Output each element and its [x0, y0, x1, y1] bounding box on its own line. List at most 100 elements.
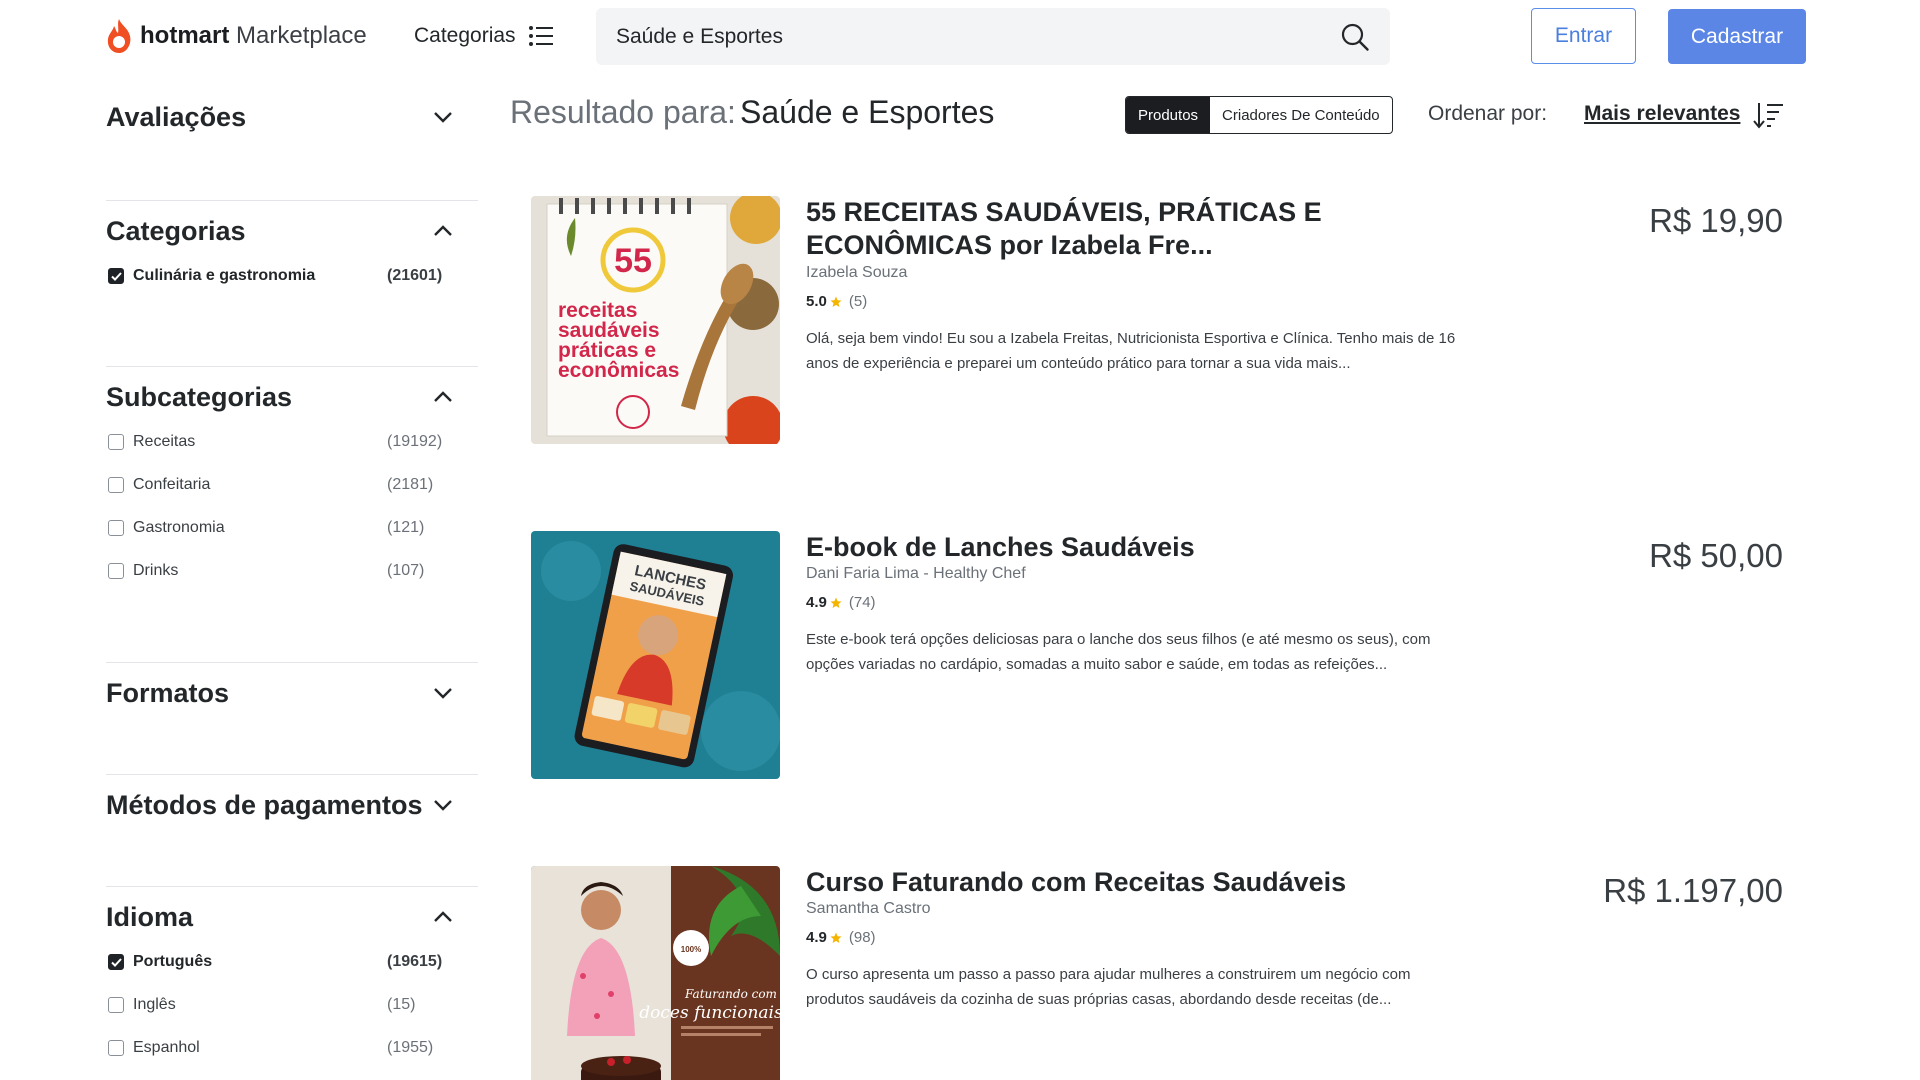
checkbox-checked[interactable]: [108, 268, 124, 284]
filter-subcategories-header[interactable]: Subcategorias: [106, 372, 478, 422]
sort-icon[interactable]: [1752, 100, 1784, 130]
filter-categories-title: Categorias: [106, 215, 246, 246]
list-icon: [528, 26, 553, 46]
product-price: R$ 19,90: [1649, 202, 1783, 239]
rating-value: 5.0: [806, 293, 827, 310]
login-button[interactable]: Entrar: [1531, 8, 1636, 64]
product-description: O curso apresenta um passo a passo para …: [806, 966, 1411, 1008]
filter-payments-header[interactable]: Métodos de pagamentos: [106, 780, 478, 830]
filter-option-gastronomia[interactable]: Gastronomia (121): [108, 514, 478, 542]
filter-option-receitas[interactable]: Receitas (19192): [108, 428, 478, 456]
chevron-up-icon: [434, 911, 452, 922]
filter-option-count: (1955): [387, 1039, 434, 1056]
cover-line1: Faturando com: [684, 987, 777, 1001]
checkbox[interactable]: [108, 1040, 124, 1056]
filter-categories-header[interactable]: Categorias: [106, 206, 478, 256]
chevron-down-icon: [434, 688, 452, 699]
filter-option-count: (121): [387, 519, 425, 536]
checkbox-checked[interactable]: [108, 954, 124, 970]
filter-option-count: (2181): [387, 476, 434, 493]
checkbox[interactable]: [108, 563, 124, 579]
product-description: Olá, seja bem vindo! Eu sou a Izabela Fr…: [806, 330, 1456, 372]
checkbox[interactable]: [108, 997, 124, 1013]
categories-menu-label: Categorias: [414, 24, 516, 47]
filter-option-drinks[interactable]: Drinks (107): [108, 557, 478, 585]
divider: [106, 366, 478, 367]
cover-badge: 100%: [681, 945, 701, 954]
filter-option-count: (107): [387, 562, 425, 579]
product-card[interactable]: 55 receitas saudáveis práticas e econômi…: [531, 196, 1791, 444]
rating-count: (5): [848, 293, 868, 310]
product-title[interactable]: 55 RECEITAS SAUDÁVEIS, PRÁTICAS E ECONÔM…: [806, 196, 1366, 262]
divider: [106, 886, 478, 887]
filter-option-culinaria[interactable]: Culinária e gastronomia (21601): [108, 262, 478, 290]
product-cover-art: 55 receitas saudáveis práticas e econômi…: [531, 196, 780, 444]
filter-option-confeitaria[interactable]: Confeitaria (2181): [108, 471, 478, 499]
logo-product: Marketplace: [236, 22, 367, 49]
cover-number: 55: [614, 242, 652, 280]
product-cover-art: LANCHES SAUDÁVEIS: [531, 531, 780, 779]
star-icon: [830, 296, 842, 307]
check-icon: [110, 271, 122, 281]
divider: [106, 200, 478, 201]
product-description: Este e-book terá opções deliciosas para …: [806, 631, 1431, 673]
filter-option-count: (15): [387, 996, 416, 1013]
filter-option-count: (21601): [387, 267, 443, 284]
product-rating: 5.0 (5): [806, 293, 867, 310]
filter-reviews-title: Avaliações: [106, 101, 247, 132]
filter-option-espanhol[interactable]: Espanhol (1955): [108, 1034, 478, 1062]
product-price: R$ 50,00: [1649, 537, 1783, 574]
product-cover-image[interactable]: LANCHES SAUDÁVEIS: [531, 531, 780, 779]
flame-logo-icon: [107, 19, 131, 53]
tab-products[interactable]: Produtos: [1126, 97, 1211, 133]
product-cover-image[interactable]: 55 receitas saudáveis práticas e econômi…: [531, 196, 780, 444]
product-cover-image[interactable]: 100% Faturando com doces funcionais: [531, 866, 780, 1080]
categories-menu-button[interactable]: Categorias: [414, 18, 554, 54]
product-cover-art: 100% Faturando com doces funcionais: [531, 866, 780, 1080]
product-price: R$ 1.197,00: [1603, 872, 1783, 909]
chevron-up-icon: [434, 391, 452, 402]
rating-count: (98): [848, 929, 876, 946]
filter-option-portugues[interactable]: Português (19615): [108, 948, 478, 976]
search-icon[interactable]: [1340, 22, 1370, 52]
product-card[interactable]: 100% Faturando com doces funcionais Curs…: [531, 866, 1791, 1080]
divider: [106, 662, 478, 663]
product-title[interactable]: Curso Faturando com Receitas Saudáveis: [806, 866, 1366, 899]
filter-option-label: Português: [133, 953, 213, 970]
filter-formats-header[interactable]: Formatos: [106, 668, 478, 718]
cover-line2: doces funcionais: [639, 1003, 780, 1023]
hotmart-logo[interactable]: hotmart Marketplace: [104, 12, 367, 60]
logo-brand: hotmart: [140, 22, 230, 49]
top-header: hotmart Marketplace Categorias Saúde e E…: [0, 0, 1920, 72]
checkbox[interactable]: [108, 434, 124, 450]
checkbox[interactable]: [108, 477, 124, 493]
filter-language-header[interactable]: Idioma: [106, 892, 478, 942]
filter-option-ingles[interactable]: Inglês (15): [108, 991, 478, 1019]
product-rating: 4.9 (74): [806, 594, 876, 611]
filter-option-label: Gastronomia: [133, 519, 225, 536]
product-card[interactable]: LANCHES SAUDÁVEIS E-book de Lanches Saud…: [531, 531, 1791, 779]
check-icon: [110, 957, 122, 967]
tab-creators[interactable]: Criadores De Conteúdo: [1210, 97, 1392, 133]
product-title[interactable]: E-book de Lanches Saudáveis: [806, 531, 1366, 564]
checkbox[interactable]: [108, 520, 124, 536]
filter-option-count: (19615): [387, 953, 443, 970]
chevron-up-icon: [434, 225, 452, 236]
signup-button[interactable]: Cadastrar: [1668, 9, 1806, 64]
result-type-toggle: Produtos Criadores De Conteúdo: [1125, 96, 1393, 134]
filter-reviews-header[interactable]: Avaliações: [106, 92, 478, 142]
filter-option-count: (19192): [387, 433, 443, 450]
filter-option-label: Inglês: [133, 996, 176, 1013]
filter-subcategories-title: Subcategorias: [106, 381, 293, 412]
star-icon: [830, 597, 842, 608]
result-term: Saúde e Esportes: [740, 94, 995, 130]
search-value: Saúde e Esportes: [616, 25, 783, 48]
filter-option-label: Culinária e gastronomia: [133, 267, 316, 284]
rating-value: 4.9: [806, 929, 827, 946]
search-input[interactable]: Saúde e Esportes: [596, 8, 1390, 65]
chevron-down-icon: [434, 800, 452, 811]
chevron-down-icon: [434, 112, 452, 123]
sort-dropdown[interactable]: Mais relevantes: [1584, 102, 1740, 126]
sort-label: Ordenar por:: [1428, 102, 1548, 125]
logo-text: hotmart Marketplace: [140, 22, 367, 50]
